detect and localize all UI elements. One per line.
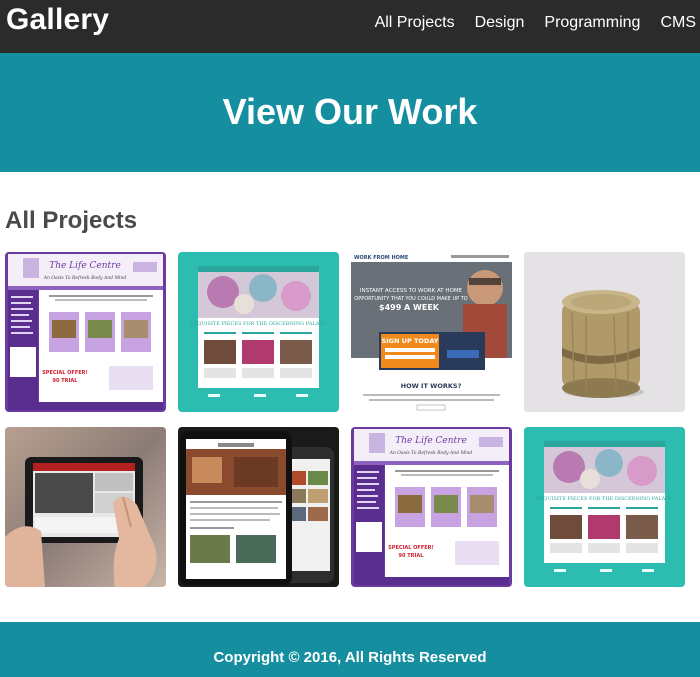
devices-mockup-image: [178, 427, 339, 587]
exquisite-pieces-headline: EXQUISITE PIECES FOR THE DISCERNING PALA…: [536, 496, 672, 502]
brand-logo[interactable]: Gallery: [6, 3, 109, 37]
exquisite-pieces-screenshot: EXQUISITE PIECES FOR THE DISCERNING PALA…: [524, 427, 685, 587]
wooden-stool-image: [524, 252, 685, 412]
project-thumbnail-life-centre[interactable]: The Life Centre An Oasis To Refresh Body…: [351, 427, 512, 587]
life-centre-screenshot: The Life Centre An Oasis To Refresh Body…: [351, 427, 512, 587]
work-from-home-screenshot: WORK FROM HOME INSTANT ACCESS TO WORK AT…: [351, 252, 512, 412]
wfh-amount: $499 A WEEK: [379, 303, 440, 312]
wfh-headline-1: INSTANT ACCESS TO WORK AT HOME: [360, 288, 463, 294]
wfh-headline-2: OPPORTUNITY THAT YOU COULD MAKE UP TO: [354, 296, 467, 302]
nav-link-all-projects[interactable]: All Projects: [375, 14, 455, 32]
nav-link-programming[interactable]: Programming: [544, 14, 640, 32]
nav-link-cms[interactable]: CMS: [660, 14, 696, 32]
wfh-signup-label: SIGN UP TODAY: [382, 337, 439, 345]
nav-links: All Projects Design Programming CMS: [375, 14, 700, 32]
wfh-how-it-works: HOW IT WORKS?: [401, 382, 462, 390]
life-centre-tagline: An Oasis To Refresh Body And Mind: [43, 275, 127, 281]
project-thumbnail-life-centre[interactable]: The Life Centre An Oasis To Refresh Body…: [5, 252, 166, 412]
project-thumbnail-wooden-stool[interactable]: [524, 252, 685, 412]
exquisite-pieces-screenshot: EXQUISITE PIECES FOR THE DISCERNING PALA…: [178, 252, 339, 412]
hero-banner: View Our Work: [0, 53, 700, 172]
wfh-logo-text: WORK FROM HOME: [354, 255, 409, 261]
project-thumbnail-exquisite-pieces[interactable]: EXQUISITE PIECES FOR THE DISCERNING PALA…: [524, 427, 685, 587]
project-thumbnail-devices-mockup[interactable]: [178, 427, 339, 587]
life-centre-offer: SPECIAL OFFER!: [42, 370, 88, 376]
life-centre-offer: SPECIAL OFFER!: [388, 545, 434, 551]
footer-copyright: Copyright © 2016, All Rights Reserved: [213, 649, 487, 666]
project-thumbnail-tablet-hands[interactable]: [5, 427, 166, 587]
life-centre-trial: 90 TRIAL: [53, 378, 79, 384]
exquisite-pieces-headline: EXQUISITE PIECES FOR THE DISCERNING PALA…: [190, 321, 326, 327]
life-centre-screenshot: The Life Centre An Oasis To Refresh Body…: [5, 252, 166, 412]
nav-link-design[interactable]: Design: [475, 14, 525, 32]
top-navbar: Gallery All Projects Design Programming …: [0, 0, 700, 53]
hero-title: View Our Work: [222, 91, 478, 132]
life-centre-logo-text: The Life Centre: [49, 261, 121, 271]
section-title: All Projects: [5, 207, 138, 234]
life-centre-tagline: An Oasis To Refresh Body And Mind: [389, 450, 473, 456]
life-centre-trial: 90 TRIAL: [399, 553, 425, 559]
project-thumbnail-work-from-home[interactable]: WORK FROM HOME INSTANT ACCESS TO WORK AT…: [351, 252, 512, 412]
tablet-hands-photo: [5, 427, 166, 587]
site-footer: Copyright © 2016, All Rights Reserved: [0, 622, 700, 677]
project-thumbnail-exquisite-pieces[interactable]: EXQUISITE PIECES FOR THE DISCERNING PALA…: [178, 252, 339, 412]
life-centre-logo-text: The Life Centre: [395, 436, 467, 446]
